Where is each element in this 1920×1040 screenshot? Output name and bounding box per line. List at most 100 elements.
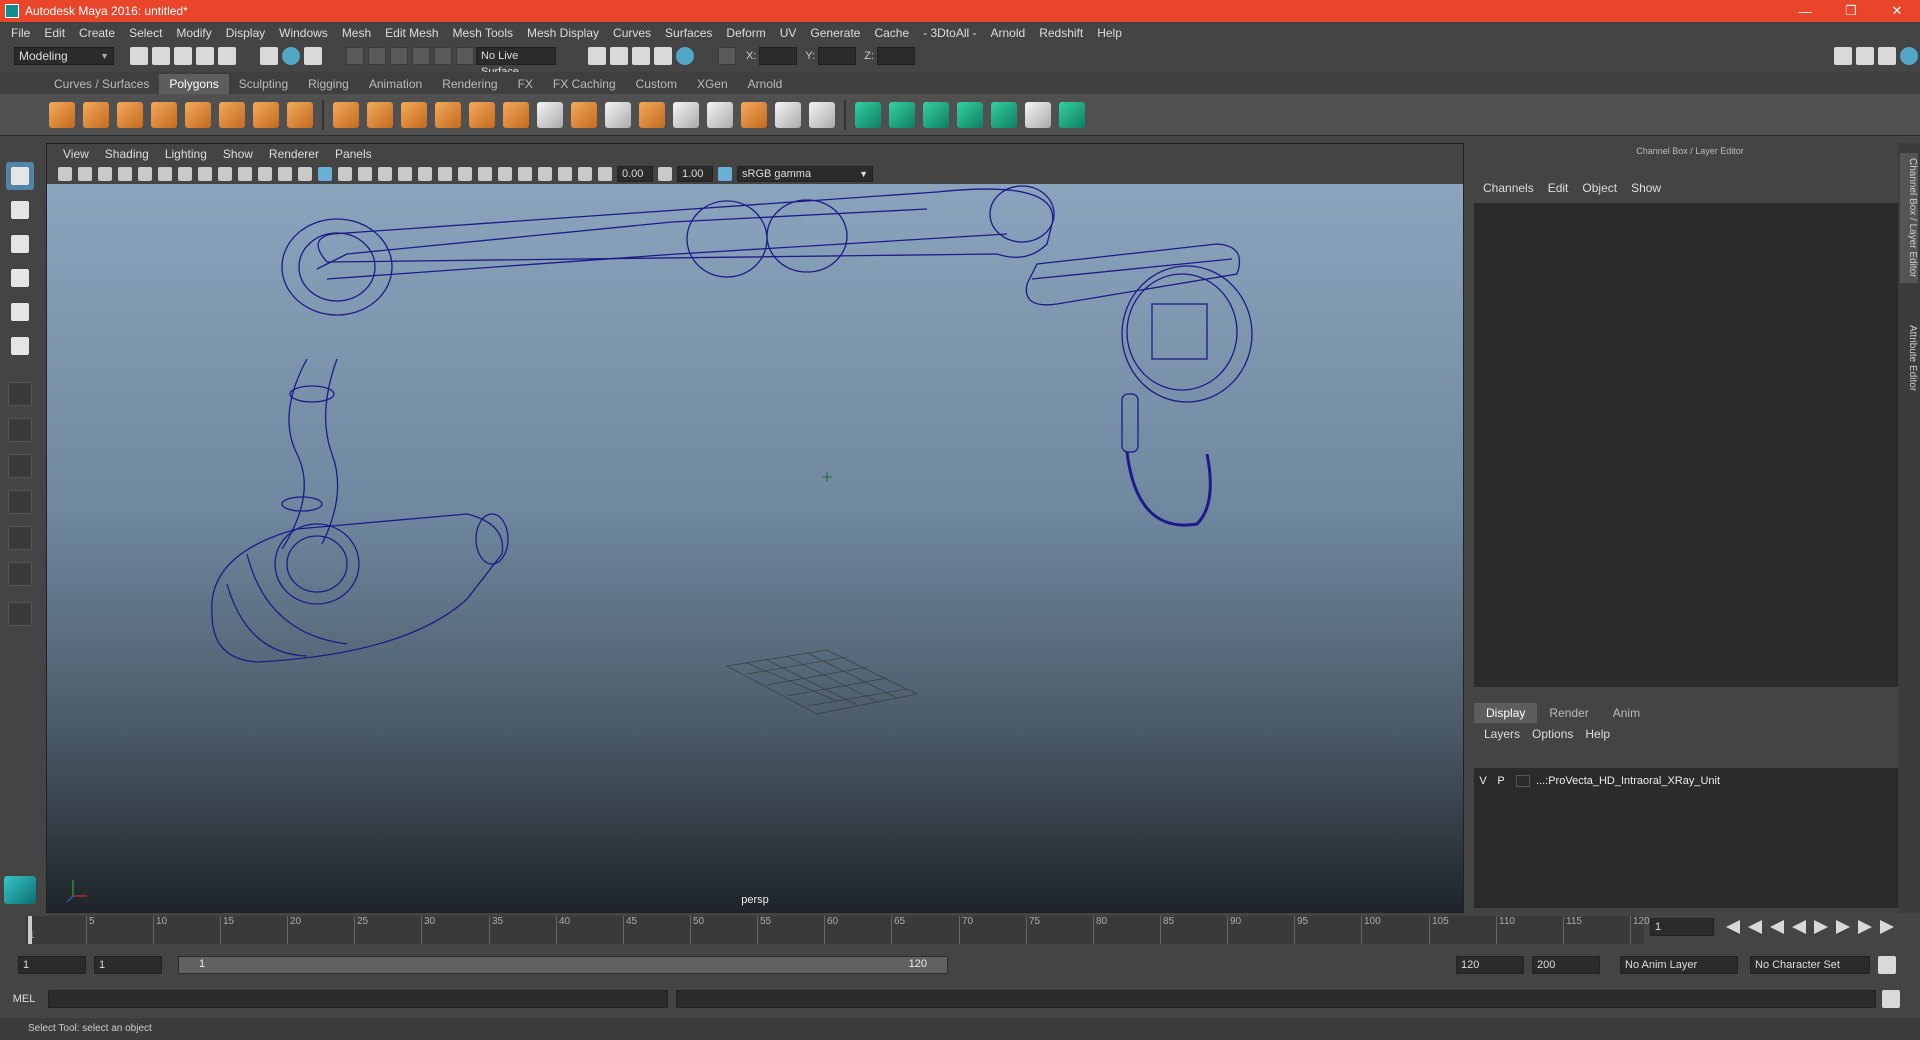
merge-icon[interactable] [809,101,835,128]
gamma-field[interactable]: 1.00 [677,166,713,182]
cb-menu-edit[interactable]: Edit [1541,181,1576,195]
snap-grid-icon[interactable] [346,47,364,65]
play-forward-icon[interactable] [1814,920,1828,934]
extrude-icon[interactable] [571,101,597,128]
mirror-icon[interactable] [503,101,529,128]
anim-layer-dropdown[interactable]: No Anim Layer [1620,956,1738,974]
layout-uv-icon[interactable] [1059,101,1085,128]
field-chart-icon[interactable] [258,167,272,181]
menu-modify[interactable]: Modify [169,26,218,40]
uv-editor-icon[interactable] [1025,101,1051,128]
tab-anim[interactable]: Anim [1601,703,1652,723]
menu-select[interactable]: Select [122,26,169,40]
layer-playback-toggle[interactable]: P [1492,775,1510,787]
open-scene-icon[interactable] [152,47,170,65]
snap-surface-icon[interactable] [434,47,452,65]
grid-toggle-icon[interactable] [178,167,192,181]
command-input[interactable] [48,990,668,1008]
hypershade-icon[interactable] [676,47,694,65]
tab-display[interactable]: Display [1474,703,1538,723]
grease-pencil-icon[interactable] [158,167,172,181]
motion-blur-icon[interactable] [458,167,472,181]
start-time-field[interactable]: 1 [18,956,86,974]
playback-start-field[interactable]: 1 [94,956,162,974]
camera-select-icon[interactable] [58,167,72,181]
layer-row[interactable]: V P ...:ProVecta_HD_Intraoral_XRay_Unit [1474,772,1902,790]
z-field[interactable] [876,47,915,65]
live-surface-icon[interactable] [456,47,474,65]
channel-box-area[interactable] [1474,203,1902,687]
mode-dropdown[interactable]: Modeling ▼ [14,47,114,65]
current-time-marker[interactable] [28,916,32,944]
isolate-select-icon[interactable] [518,167,532,181]
tool-settings-icon[interactable] [1878,47,1896,65]
tab-render[interactable]: Render [1537,703,1600,723]
snap-point-icon[interactable] [390,47,408,65]
select-tool-button[interactable] [6,162,34,190]
mel-label[interactable]: MEL [0,993,48,1005]
vp-menu-panels[interactable]: Panels [327,147,380,161]
vp-menu-renderer[interactable]: Renderer [261,147,327,161]
move-tool-button[interactable] [6,264,34,292]
vp-menu-show[interactable]: Show [215,147,261,161]
menu-mesh-tools[interactable]: Mesh Tools [446,26,520,40]
poly-plane-icon[interactable] [185,101,211,128]
redo-icon[interactable] [218,47,236,65]
end-time-field[interactable]: 200 [1532,956,1600,974]
x-field[interactable] [759,47,798,65]
live-surface-field[interactable]: No Live Surface [476,47,556,78]
poly-torus-icon[interactable] [219,101,245,128]
tab-channel-box-layer-editor[interactable]: Channel Box / Layer Editor [1900,153,1918,283]
poly-pyramid-icon[interactable] [253,101,279,128]
menu-mesh[interactable]: Mesh [335,26,378,40]
tab-curves-surfaces[interactable]: Curves / Surfaces [44,74,159,94]
layer-menu-help[interactable]: Help [1579,727,1616,741]
vp-menu-view[interactable]: View [55,147,97,161]
cb-menu-channels[interactable]: Channels [1476,181,1541,195]
append-polygon-icon[interactable] [707,101,733,128]
tab-rendering[interactable]: Rendering [432,74,507,94]
render-view-icon[interactable] [588,47,606,65]
poly-cube-icon[interactable] [83,101,109,128]
2d-pan-zoom-icon[interactable] [138,167,152,181]
gate-mask-icon[interactable] [238,167,252,181]
layer-menu-options[interactable]: Options [1526,727,1579,741]
menu-uv[interactable]: UV [773,26,804,40]
tab-fx[interactable]: FX [508,74,543,94]
tab-polygons[interactable]: Polygons [159,74,229,94]
smooth-icon[interactable] [435,101,461,128]
layer-name[interactable]: ...:ProVecta_HD_Intraoral_XRay_Unit [1536,775,1720,787]
extract-icon[interactable] [401,101,427,128]
scale-tool-button[interactable] [6,332,34,360]
wireframe-icon[interactable] [318,167,332,181]
ambient-occlusion-icon[interactable] [438,167,452,181]
layer-color-swatch[interactable] [1516,775,1530,787]
rotate-tool-button[interactable] [6,298,34,326]
step-forward-frame-icon[interactable] [1836,920,1850,934]
go-to-start-icon[interactable] [1726,920,1740,934]
menu-3dtoall[interactable]: - 3DtoAll - [916,26,983,40]
hypershade-layout-button[interactable] [8,526,32,550]
spherical-uv-icon[interactable] [923,101,949,128]
four-view-layout-button[interactable] [8,418,32,442]
multisample-aa-icon[interactable] [478,167,492,181]
attribute-editor-icon[interactable] [1856,47,1874,65]
layout-menu-button[interactable] [8,602,32,626]
select-hierarchy-icon[interactable] [260,47,278,65]
menu-edit-mesh[interactable]: Edit Mesh [378,26,445,40]
menu-redshift[interactable]: Redshift [1032,26,1090,40]
menu-file[interactable]: File [4,26,37,40]
cylindrical-uv-icon[interactable] [889,101,915,128]
menu-edit[interactable]: Edit [37,26,72,40]
persp-outliner-layout-button[interactable] [8,454,32,478]
ipr-render-icon[interactable] [632,47,650,65]
new-scene-icon[interactable] [130,47,148,65]
fill-hole-icon[interactable] [741,101,767,128]
range-slider[interactable]: 1 120 [178,956,948,974]
depth-of-field-icon[interactable] [498,167,512,181]
smooth-shade-icon[interactable] [338,167,352,181]
tab-sculpting[interactable]: Sculpting [229,74,298,94]
paint-select-tool-button[interactable] [6,230,34,258]
go-to-end-icon[interactable] [1880,920,1894,934]
lasso-tool-button[interactable] [6,196,34,224]
